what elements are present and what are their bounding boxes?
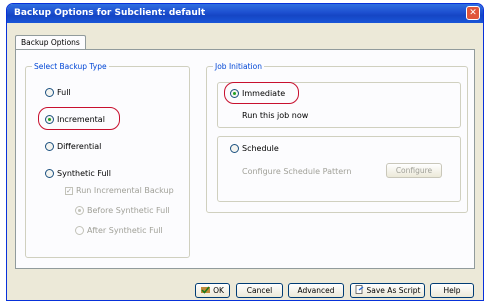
configure-button[interactable]: Configure: [386, 163, 442, 178]
immediate-description: Run this job now: [242, 111, 309, 120]
schedule-radio[interactable]: Schedule: [230, 143, 279, 154]
schedule-box: Schedule Configure Schedule Pattern Conf…: [217, 136, 461, 202]
backup-options-panel: Select Backup Type Full Incremental Diff…: [15, 49, 475, 269]
help-button[interactable]: Help: [430, 283, 474, 298]
save-as-script-label: Save As Script: [366, 286, 421, 295]
radio-icon: [45, 142, 54, 151]
advanced-button[interactable]: Advanced: [288, 283, 344, 298]
cancel-button[interactable]: Cancel: [236, 283, 283, 298]
save-as-script-button[interactable]: Save As Script: [350, 283, 425, 298]
script-icon: [355, 284, 364, 298]
ok-button[interactable]: OK: [195, 283, 230, 298]
dialog-window: Backup Options for Subclient: default ✕ …: [6, 3, 484, 301]
full-label: Full: [57, 88, 71, 97]
backup-type-legend: Select Backup Type: [32, 62, 109, 71]
run-incremental-checkbox[interactable]: ✓ Run Incremental Backup: [65, 185, 174, 196]
checkbox-checked-icon: ✓: [65, 186, 73, 195]
ok-check-icon: [201, 285, 211, 298]
differential-label: Differential: [57, 142, 102, 151]
before-synthetic-label: Before Synthetic Full: [87, 206, 170, 215]
incremental-highlight: [38, 107, 120, 130]
job-initiation-legend: Job Initiation: [213, 62, 264, 71]
schedule-label: Schedule: [242, 144, 279, 153]
after-synthetic-label: After Synthetic Full: [87, 226, 163, 235]
immediate-highlight: [224, 82, 299, 104]
immediate-box: Immediate Run this job now: [217, 82, 461, 128]
after-synthetic-radio[interactable]: After Synthetic Full: [75, 225, 163, 236]
job-initiation-group: Job Initiation Immediate Run this job no…: [206, 62, 468, 213]
window-title: Backup Options for Subclient: default: [14, 8, 206, 18]
differential-radio[interactable]: Differential: [45, 141, 101, 152]
radio-selected-icon: [75, 206, 84, 215]
radio-icon: [45, 169, 54, 178]
close-icon[interactable]: ✕: [466, 6, 480, 20]
backup-type-group: Select Backup Type Full Incremental Diff…: [25, 62, 190, 258]
run-incremental-label: Run Incremental Backup: [76, 186, 174, 195]
tab-backup-options[interactable]: Backup Options: [15, 35, 86, 50]
full-radio[interactable]: Full: [45, 87, 71, 98]
synthetic-full-label: Synthetic Full: [57, 169, 111, 178]
radio-icon: [230, 144, 239, 153]
radio-icon: [75, 226, 84, 235]
title-bar: Backup Options for Subclient: default ✕: [7, 4, 483, 23]
synthetic-full-radio[interactable]: Synthetic Full: [45, 168, 111, 179]
configure-schedule-text: Configure Schedule Pattern: [242, 167, 352, 176]
before-synthetic-radio[interactable]: Before Synthetic Full: [75, 205, 170, 216]
radio-icon: [45, 88, 54, 97]
ok-label: OK: [213, 286, 224, 295]
